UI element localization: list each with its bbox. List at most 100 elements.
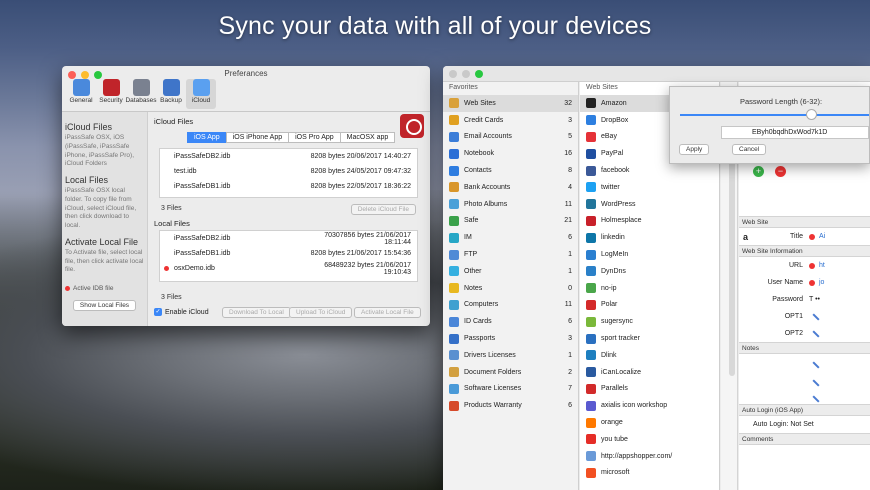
edit-icon[interactable] (812, 329, 820, 338)
file-row[interactable]: osxDemo.idb 68489232 bytes 21/06/2017 19:… (160, 261, 417, 276)
tab-2[interactable]: iOS Pro App (288, 132, 341, 143)
detail-row-url[interactable]: URL ht (739, 257, 870, 274)
favorite-item[interactable]: Contacts 8 (443, 162, 578, 179)
favorite-item[interactable]: IM 6 (443, 229, 578, 246)
add-icon[interactable]: + (753, 166, 764, 177)
favorite-item[interactable]: Products Warranty 6 (443, 397, 578, 414)
favorite-label: Passports (464, 335, 496, 343)
site-icon (586, 350, 596, 361)
field-value: jo (819, 279, 825, 286)
favorite-item[interactable]: Bank Accounts 4 (443, 179, 578, 196)
edit-icon[interactable] (812, 395, 820, 403)
favorite-item[interactable]: Safe 21 (443, 213, 578, 230)
favorite-item[interactable]: Drivers Licenses 1 (443, 347, 578, 364)
favorite-count: 8 (568, 167, 572, 175)
site-label: twitter (601, 183, 620, 191)
cancel-button[interactable]: Cancel (732, 144, 767, 155)
length-slider-knob[interactable] (806, 109, 817, 120)
site-label: iCanLocalize (601, 368, 642, 376)
download-to-local-button[interactable]: Download To Local (222, 307, 291, 318)
site-item[interactable]: Parallels (580, 381, 719, 398)
edit-icon[interactable] (812, 361, 820, 369)
file-row[interactable]: iPassSafeDB1.idb 8208 bytes 21/06/2017 15… (160, 246, 417, 261)
favorite-item[interactable]: Other 1 (443, 263, 578, 280)
enable-icloud-checkbox[interactable]: ✓ Enable iCloud (154, 308, 209, 316)
site-icon (586, 199, 596, 210)
edit-icon[interactable] (812, 312, 820, 321)
favorite-item[interactable]: Web Sites 32 (443, 95, 578, 112)
favorite-item[interactable]: Credit Cards 3 (443, 112, 578, 129)
file-name: iPassSafeDB1.idb (174, 183, 231, 190)
site-item[interactable]: DynDns (580, 263, 719, 280)
generated-password-field[interactable]: EByh0bqdhDxWod7k1D (721, 126, 869, 139)
site-item[interactable]: microsoft (580, 465, 719, 482)
site-icon (586, 467, 596, 478)
favorite-item[interactable]: Notes 0 (443, 280, 578, 297)
site-item[interactable]: orange (580, 414, 719, 431)
site-item[interactable]: LogMeIn (580, 246, 719, 263)
tab-3[interactable]: MacOSX app (339, 132, 396, 143)
detail-row-title[interactable]: a Title Ai (739, 228, 870, 245)
show-local-files-button[interactable]: Show Local Files (72, 300, 137, 312)
detail-row-username[interactable]: User Name jo (739, 274, 870, 291)
site-item[interactable]: you tube (580, 431, 719, 448)
toolbar-item-security[interactable]: Security (96, 79, 126, 109)
file-row[interactable]: iPassSafeDB1.idb 8208 bytes 22/05/2017 18… (160, 179, 417, 194)
site-item[interactable]: iCanLocalize (580, 364, 719, 381)
toolbar-item-databases[interactable]: Databases (125, 79, 157, 109)
detail-row-password[interactable]: Password T •• (739, 291, 870, 308)
tab-1[interactable]: iOS iPhone App (225, 132, 290, 143)
remove-icon[interactable]: − (775, 166, 786, 177)
detail-row-opt2[interactable]: OPT2 (739, 325, 870, 342)
file-row[interactable]: iPassSafeDB2.idb 70307856 bytes 21/06/201… (160, 231, 417, 246)
length-slider-track[interactable] (680, 114, 869, 116)
minimize-button[interactable] (462, 70, 470, 78)
favorite-item[interactable]: ID Cards 6 (443, 313, 578, 330)
zoom-button[interactable] (475, 70, 483, 78)
category-icon (449, 165, 459, 176)
file-row[interactable]: iPassSafeDB2.idb 8208 bytes 20/06/2017 14… (160, 149, 417, 164)
site-item[interactable]: sugersync (580, 313, 719, 330)
site-item[interactable]: WordPress (580, 196, 719, 213)
site-item[interactable]: twitter (580, 179, 719, 196)
toolbar-item-backup[interactable]: Backup (156, 79, 186, 109)
edit-icon[interactable] (812, 379, 820, 387)
site-item[interactable]: Dlink (580, 347, 719, 364)
favorite-item[interactable]: Document Folders 2 (443, 364, 578, 381)
favorite-item[interactable]: Email Accounts 5 (443, 129, 578, 146)
favorite-item[interactable]: Computers 11 (443, 297, 578, 314)
detail-row-opt1[interactable]: OPT1 (739, 308, 870, 325)
favorite-item[interactable]: FTP 1 (443, 246, 578, 263)
site-icon (586, 148, 596, 159)
activate-local-file-button[interactable]: Activate Local File (354, 307, 421, 318)
file-row[interactable]: test.idb 8208 bytes 24/05/2017 09:47:32 (160, 164, 417, 179)
upload-to-icloud-button[interactable]: Upload To iCloud (289, 307, 353, 318)
site-item[interactable]: http://appshopper.com/ (580, 448, 719, 465)
auto-login-row[interactable]: Auto Login: Not Set (739, 416, 870, 433)
delete-icloud-file-button[interactable]: Delete iCloud File (350, 204, 416, 215)
favorite-count: 16 (564, 150, 572, 158)
toolbar-label: iCloud (191, 97, 211, 104)
favorite-item[interactable]: Photo Albums 11 (443, 196, 578, 213)
toolbar-item-icloud[interactable]: iCloud (186, 79, 216, 109)
favorite-item[interactable]: Notebook 16 (443, 145, 578, 162)
site-item[interactable]: facebook (580, 162, 719, 179)
category-icon (449, 182, 459, 193)
site-label: Polar (601, 301, 618, 309)
site-item[interactable]: axialis icon workshop (580, 397, 719, 414)
site-item[interactable]: Holmesplace (580, 213, 719, 230)
apply-button[interactable]: Apply (679, 144, 710, 155)
site-item[interactable]: no-ip (580, 280, 719, 297)
favorite-item[interactable]: Software Licenses 7 (443, 381, 578, 398)
preferences-window: Preferances General Security Databases Back… (62, 66, 430, 326)
site-item[interactable]: sport tracker (580, 330, 719, 347)
favorite-item[interactable]: Passports 3 (443, 330, 578, 347)
section-header: Web Site (739, 216, 870, 228)
tab-0[interactable]: iOS App (187, 132, 227, 143)
close-button[interactable] (449, 70, 457, 78)
toolbar-item-general[interactable]: General (66, 79, 96, 109)
site-item[interactable]: Polar (580, 297, 719, 314)
file-meta: 8208 bytes 20/06/2017 14:40:27 (310, 153, 411, 160)
site-label: http://appshopper.com/ (601, 452, 673, 460)
site-item[interactable]: linkedin (580, 229, 719, 246)
